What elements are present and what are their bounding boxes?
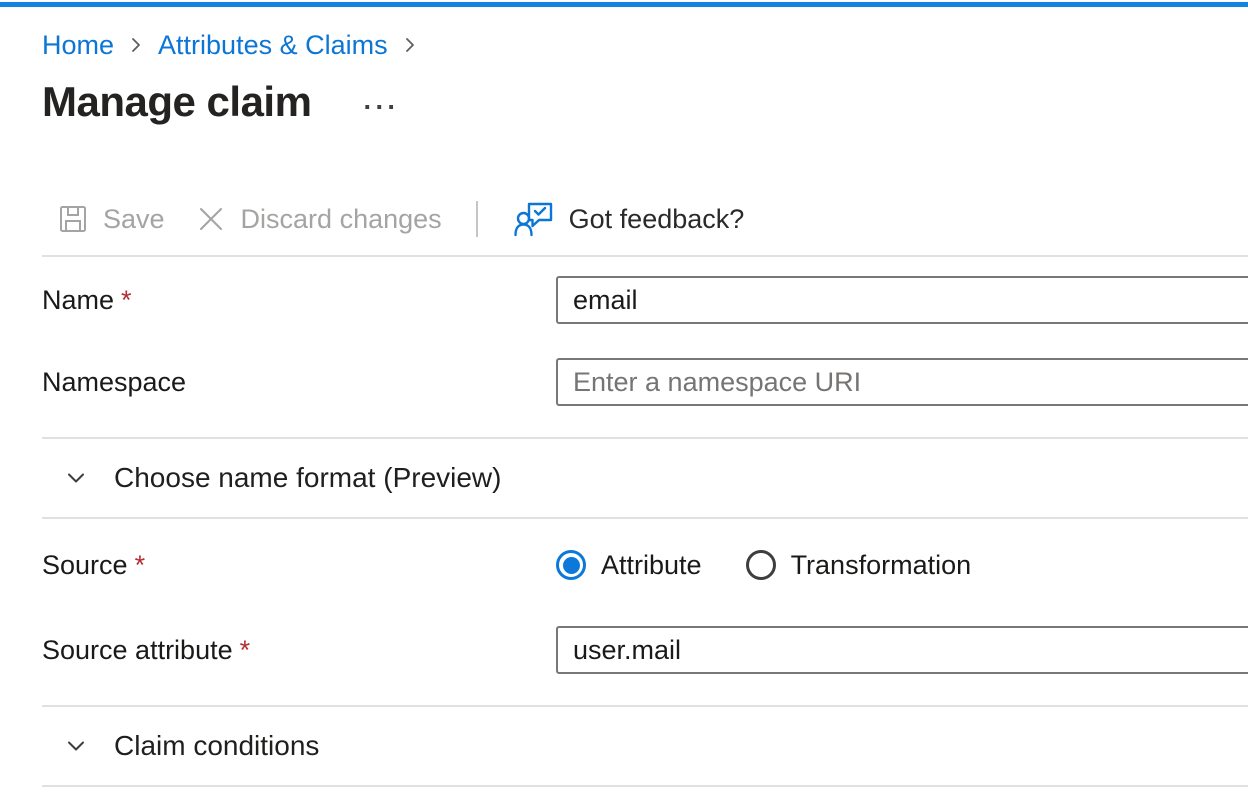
radio-attribute-label: Attribute <box>601 550 702 581</box>
choose-name-format-section-title: Choose name format (Preview) <box>114 462 501 494</box>
required-asterisk: * <box>135 550 146 580</box>
source-attribute-label-text: Source attribute <box>42 635 233 665</box>
source-radio-group: Attribute Transformation <box>556 550 971 581</box>
toolbar-divider <box>476 201 478 237</box>
breadcrumb: Home Attributes & Claims <box>42 29 1248 61</box>
breadcrumb-link-attributes-claims[interactable]: Attributes & Claims <box>158 29 388 61</box>
radio-transformation-label: Transformation <box>791 550 972 581</box>
more-options-ellipsis-icon[interactable]: ··· <box>363 97 399 117</box>
discard-changes-button[interactable]: Discard changes <box>196 204 442 235</box>
claim-conditions-section-title: Claim conditions <box>114 730 319 762</box>
source-attribute-input[interactable] <box>556 626 1248 674</box>
required-asterisk: * <box>240 635 251 665</box>
namespace-input[interactable] <box>556 358 1248 406</box>
source-attribute-field-row: Source attribute* <box>42 626 1248 674</box>
chevron-right-icon <box>126 34 146 56</box>
namespace-field-label: Namespace <box>42 367 556 398</box>
close-x-icon <box>196 204 226 234</box>
got-feedback-button[interactable]: Got feedback? <box>514 201 745 237</box>
save-floppy-icon <box>58 204 88 234</box>
source-field-label: Source* <box>42 550 556 581</box>
command-toolbar: Save Discard changes Got fee <box>42 192 1248 246</box>
choose-name-format-section-toggle[interactable]: Choose name format (Preview) <box>42 439 1248 517</box>
namespace-field-row: Namespace <box>42 358 1248 406</box>
feedback-person-bubble-icon <box>514 201 554 237</box>
chevron-down-icon <box>62 464 90 492</box>
title-row: Manage claim ··· <box>42 76 1248 128</box>
name-field-label: Name* <box>42 285 556 316</box>
got-feedback-label: Got feedback? <box>569 204 745 235</box>
chevron-right-icon <box>400 34 420 56</box>
source-label-text: Source <box>42 550 128 580</box>
radio-option-attribute[interactable]: Attribute <box>556 550 702 581</box>
namespace-label-text: Namespace <box>42 367 186 397</box>
divider <box>42 255 1248 257</box>
breadcrumb-link-home[interactable]: Home <box>42 29 114 61</box>
chevron-down-icon <box>62 732 90 760</box>
claim-conditions-section-toggle[interactable]: Claim conditions <box>42 707 1248 785</box>
required-asterisk: * <box>121 285 132 315</box>
source-field-row: Source* Attribute Transformation <box>42 543 1248 587</box>
top-accent-bar <box>0 2 1248 7</box>
radio-option-transformation[interactable]: Transformation <box>746 550 972 581</box>
name-field-row: Name* <box>42 276 1248 324</box>
source-attribute-field-label: Source attribute* <box>42 635 556 666</box>
name-label-text: Name <box>42 285 114 315</box>
divider <box>42 517 1248 519</box>
save-button-label: Save <box>103 204 165 235</box>
discard-changes-label: Discard changes <box>241 204 442 235</box>
divider <box>42 785 1248 787</box>
page-content: Home Attributes & Claims Manage claim ··… <box>0 29 1248 787</box>
name-input[interactable] <box>556 276 1248 324</box>
save-button[interactable]: Save <box>58 204 165 235</box>
radio-selected-icon <box>556 550 586 580</box>
radio-unselected-icon <box>746 550 776 580</box>
page-title: Manage claim <box>42 76 311 128</box>
